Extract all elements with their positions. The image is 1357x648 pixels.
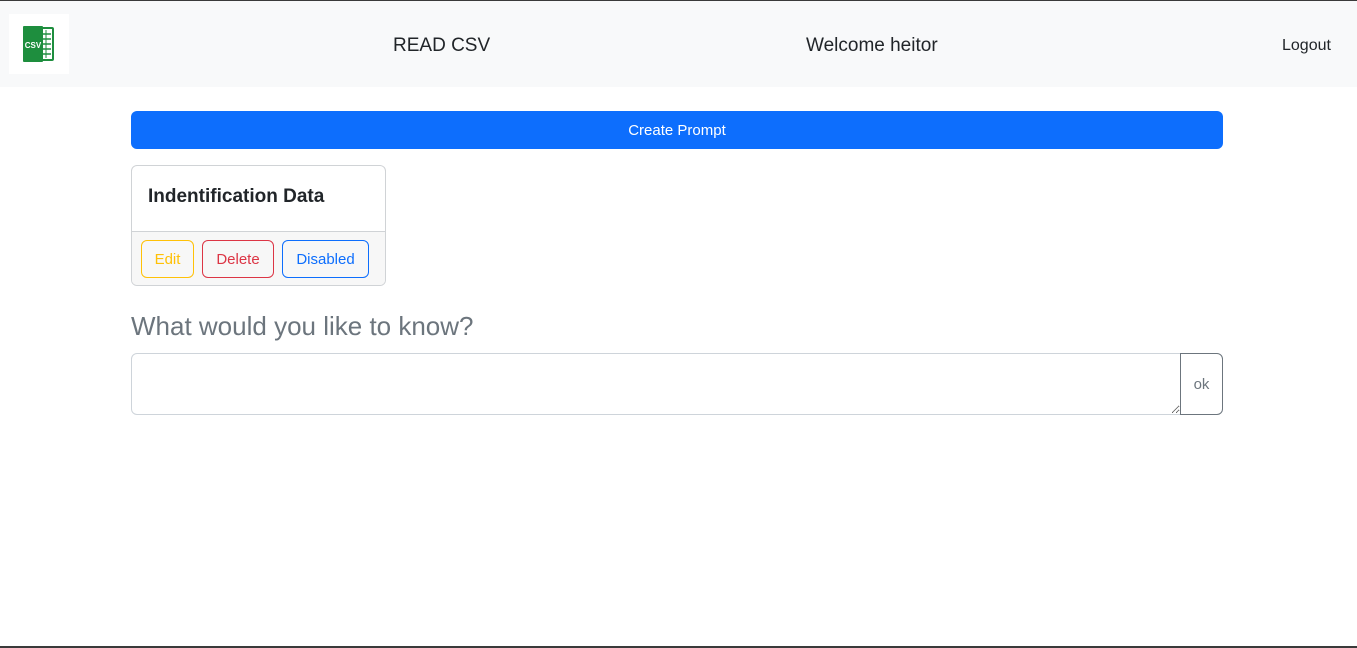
app-title: READ CSV	[393, 35, 491, 56]
edit-button[interactable]: Edit	[141, 240, 194, 278]
logo-text: CSV	[25, 41, 42, 50]
logout-link[interactable]: Logout	[1282, 37, 1331, 55]
csv-file-icon: CSV	[23, 26, 54, 62]
disabled-toggle-button[interactable]: Disabled	[282, 240, 369, 278]
welcome-message: Welcome heitor	[806, 35, 938, 56]
prompt-card-title: Indentification Data	[148, 186, 325, 207]
prompt-card-footer: Edit Delete Disabled	[132, 231, 385, 285]
submit-ok-button[interactable]: ok	[1180, 353, 1223, 415]
question-input[interactable]	[131, 353, 1181, 415]
prompt-card: Indentification Data Edit Delete Disable…	[131, 165, 386, 286]
create-prompt-button[interactable]: Create Prompt	[131, 111, 1223, 149]
logo[interactable]: CSV	[9, 14, 69, 74]
app-window: CSV READ CSV Welcome heitor Logout Creat…	[0, 0, 1357, 648]
navbar: CSV READ CSV Welcome heitor Logout	[0, 1, 1357, 87]
question-label: What would you like to know?	[131, 311, 474, 341]
delete-button[interactable]: Delete	[202, 240, 274, 278]
